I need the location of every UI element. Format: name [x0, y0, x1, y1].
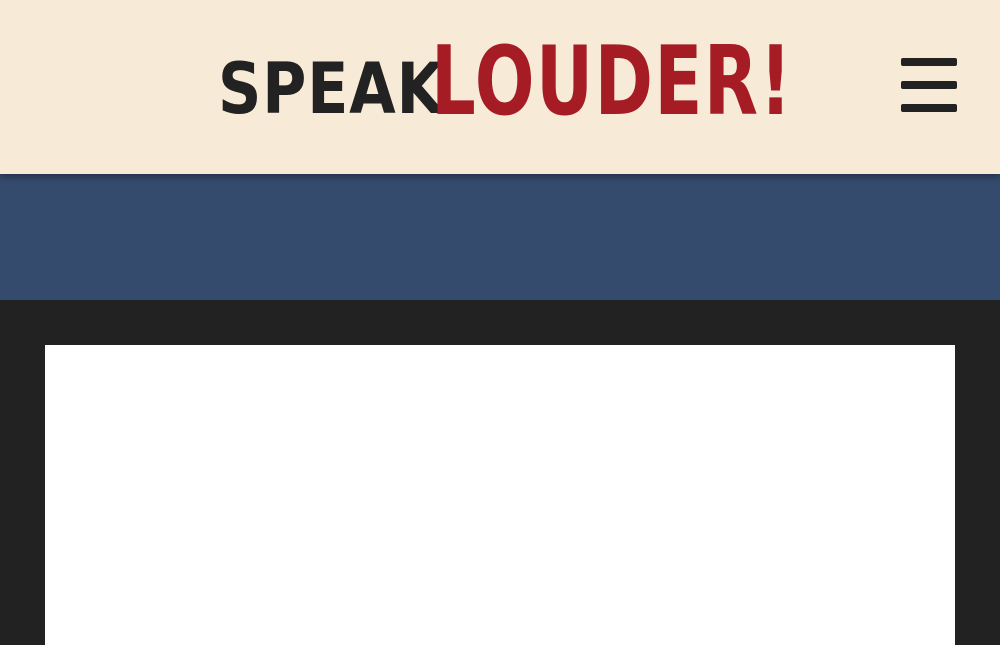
- content-area: [0, 300, 1000, 645]
- menu-button[interactable]: [897, 50, 961, 120]
- menu-bar-middle: [901, 81, 957, 89]
- content-card: [45, 345, 955, 645]
- site-header: SPEAK LOUDER!: [0, 0, 1000, 174]
- nav-band: [0, 174, 1000, 300]
- logo-speak-text: SPEAK: [218, 48, 445, 130]
- menu-bar-bottom: [901, 104, 957, 112]
- site-logo[interactable]: SPEAK LOUDER!: [218, 27, 920, 138]
- menu-bar-top: [901, 58, 957, 66]
- logo-louder-text: LOUDER!: [431, 27, 794, 137]
